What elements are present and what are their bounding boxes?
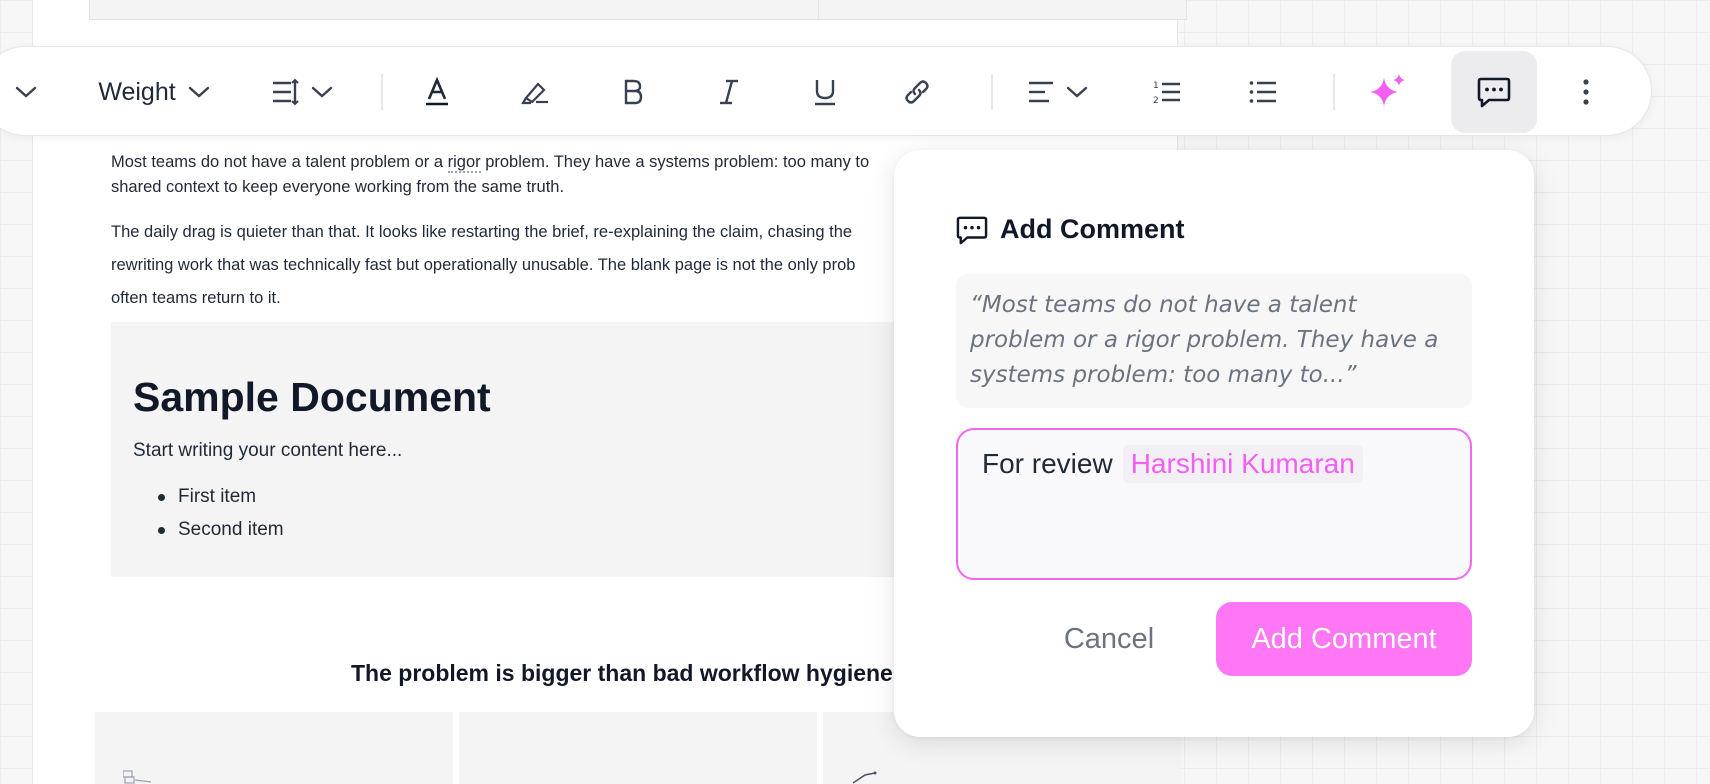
ai-sparkle-icon bbox=[1370, 74, 1405, 106]
underline-icon bbox=[815, 80, 835, 106]
embedded-sample-block[interactable]: Sample Document Start writing your conte… bbox=[111, 322, 971, 577]
text-run: Most teams do not have a talent problem … bbox=[111, 153, 448, 171]
chevron-down-icon bbox=[1066, 86, 1088, 98]
text-run: problem. They have a systems problem: to… bbox=[480, 153, 870, 171]
add-comment-button[interactable]: Add Comment bbox=[1216, 602, 1472, 676]
popover-header: Add Comment bbox=[956, 214, 1185, 245]
underline-button[interactable] bbox=[795, 47, 855, 137]
italic-icon bbox=[720, 79, 738, 105]
font-dropdown-chevron[interactable] bbox=[11, 47, 41, 137]
quoted-selection: “Most teams do not have a talent problem… bbox=[956, 274, 1472, 408]
sample-subtitle: Start writing your content here... bbox=[133, 440, 403, 461]
italic-button[interactable] bbox=[699, 47, 759, 137]
link-button[interactable] bbox=[887, 47, 947, 137]
table-cell-divider bbox=[818, 0, 819, 20]
align-dropdown[interactable] bbox=[1023, 47, 1093, 137]
line-spacing-icon bbox=[273, 78, 299, 106]
ai-assist-button[interactable] bbox=[1353, 47, 1423, 137]
line-spacing-dropdown[interactable] bbox=[267, 47, 337, 137]
svg-text:2: 2 bbox=[1153, 96, 1159, 105]
numbered-list-icon: 1 2 bbox=[1153, 81, 1180, 105]
weight-label: Weight bbox=[98, 77, 176, 106]
add-comment-popover: Add Comment “Most teams do not have a ta… bbox=[894, 150, 1534, 737]
paragraph-2-line-1: The daily drag is quieter than that. It … bbox=[111, 223, 853, 241]
comment-input-text: For review bbox=[982, 448, 1113, 479]
grid-card[interactable] bbox=[95, 712, 453, 784]
comment-icon bbox=[956, 216, 988, 244]
link-icon bbox=[905, 80, 929, 104]
text-color-icon bbox=[426, 77, 448, 106]
section-heading: The problem is bigger than bad workflow … bbox=[351, 660, 893, 686]
list-item: First item bbox=[156, 480, 284, 513]
numbered-list-button[interactable]: 1 2 bbox=[1137, 47, 1197, 137]
paragraph-2-line-2: rewriting work that was technically fast… bbox=[111, 256, 856, 274]
toolbar-divider bbox=[991, 74, 993, 110]
popover-title: Add Comment bbox=[1000, 214, 1185, 244]
paragraph-1-line-2: shared context to keep everyone working … bbox=[111, 178, 565, 196]
sample-list: First item Second item bbox=[156, 480, 284, 546]
list-item: Second item bbox=[156, 513, 284, 546]
formatting-toolbar: Weight 1 2 bbox=[0, 46, 1652, 136]
bold-icon bbox=[624, 79, 643, 105]
workflow-icon bbox=[123, 770, 152, 784]
toolbar-divider bbox=[1333, 74, 1335, 110]
toolbar-divider bbox=[381, 74, 383, 110]
highlighter-icon bbox=[521, 82, 548, 105]
comment-button[interactable] bbox=[1451, 47, 1537, 137]
table-bottom-edge bbox=[89, 0, 1187, 20]
text-color-button[interactable] bbox=[407, 47, 467, 137]
grid-card[interactable] bbox=[459, 712, 817, 784]
bullet-list-button[interactable] bbox=[1233, 47, 1293, 137]
chevron-down-icon bbox=[15, 86, 37, 98]
align-left-icon bbox=[1029, 81, 1053, 103]
svg-text:1: 1 bbox=[1153, 81, 1159, 91]
comment-icon bbox=[1477, 77, 1511, 108]
chevron-down-icon bbox=[188, 86, 209, 98]
more-icon bbox=[1583, 79, 1589, 105]
paragraph-2[interactable]: The daily drag is quieter than that. It … bbox=[111, 216, 931, 315]
paragraph-1[interactable]: Most teams do not have a talent problem … bbox=[111, 150, 931, 200]
bullet-list-icon bbox=[1249, 81, 1276, 103]
cancel-button[interactable]: Cancel bbox=[1044, 602, 1174, 676]
chevron-down-icon bbox=[311, 86, 333, 98]
mention-chip[interactable]: Harshini Kumaran bbox=[1122, 445, 1363, 483]
comment-anchor-word[interactable]: rigor bbox=[447, 153, 481, 173]
more-options-button[interactable] bbox=[1561, 47, 1611, 137]
paragraph-1-line-1: Most teams do not have a talent problem … bbox=[111, 150, 931, 175]
comment-input[interactable]: For review Harshini Kumaran bbox=[956, 428, 1472, 580]
sample-title: Sample Document bbox=[133, 374, 491, 420]
trend-icon bbox=[852, 771, 877, 784]
highlight-button[interactable] bbox=[505, 47, 565, 137]
paragraph-2-line-3: often teams return to it. bbox=[111, 289, 281, 307]
weight-dropdown[interactable]: Weight bbox=[89, 47, 219, 137]
bold-button[interactable] bbox=[603, 47, 663, 137]
